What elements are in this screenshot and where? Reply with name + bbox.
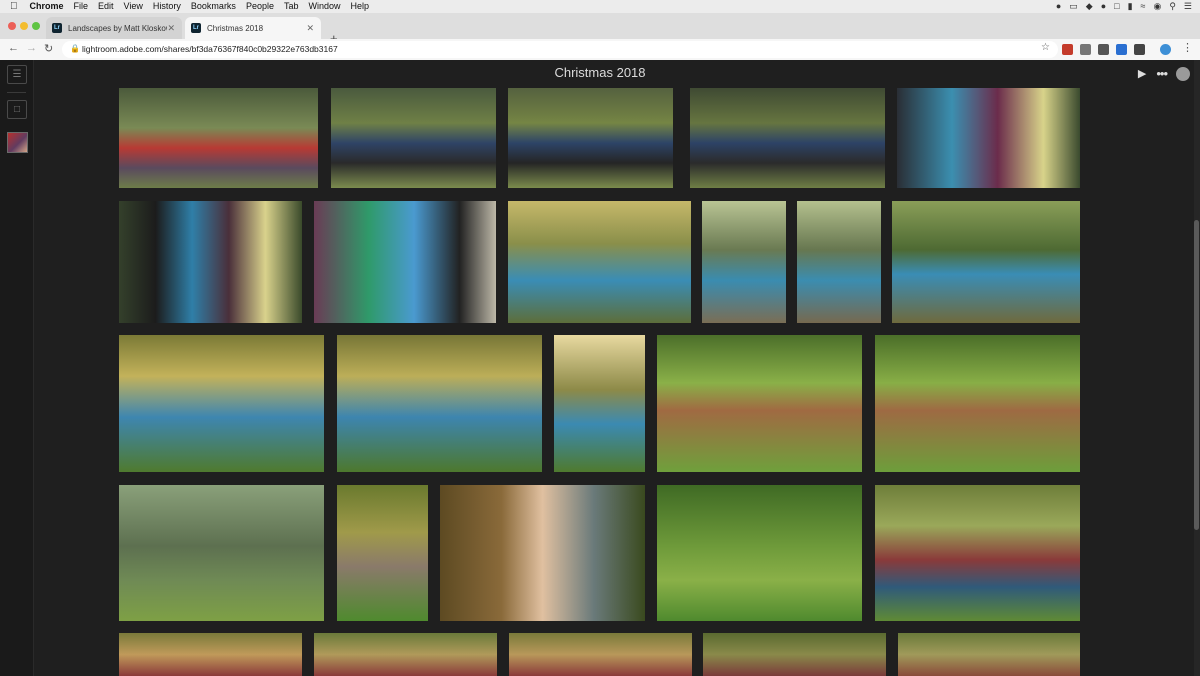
siri-icon[interactable]: ◉ <box>1153 0 1161 13</box>
scrollbar-thumb[interactable] <box>1194 220 1199 530</box>
profile-avatar[interactable] <box>1160 44 1171 55</box>
photo-thumbnail[interactable] <box>331 88 496 188</box>
album-title: Christmas 2018 <box>554 65 646 80</box>
menu-history[interactable]: History <box>153 0 181 13</box>
user-icon[interactable] <box>1176 66 1190 81</box>
lightroom-favicon-icon: Lr <box>52 23 62 33</box>
menu-edit[interactable]: Edit <box>98 0 114 13</box>
more-icon[interactable]: ••• <box>1156 66 1168 81</box>
screen-icon[interactable]: □ <box>1114 0 1119 13</box>
photo-thumbnail[interactable] <box>314 201 496 323</box>
creative-cloud-icon[interactable]: ● <box>1056 0 1061 13</box>
url-field[interactable]: 🔒 lightroom.adobe.com/shares/bf3da76367f… <box>62 41 1058 58</box>
window-zoom-button[interactable] <box>32 22 40 30</box>
tab-label: Landscapes by Matt Kloskowski <box>68 23 167 33</box>
window-minimize-button[interactable] <box>20 22 28 30</box>
close-icon[interactable]: ✕ <box>167 23 175 34</box>
photo-thumbnail[interactable] <box>892 201 1080 323</box>
menu-tab[interactable]: Tab <box>284 0 299 13</box>
left-sidebar: ☰ □ <box>0 60 34 676</box>
photo-thumbnail[interactable] <box>337 335 542 472</box>
browser-tab-strip: Lr Landscapes by Matt Kloskowski ✕ Lr Ch… <box>0 13 1200 46</box>
forward-arrow-icon[interactable]: → <box>26 42 37 54</box>
photo-thumbnail[interactable] <box>440 485 645 621</box>
dropbox-icon[interactable]: ◆ <box>1086 0 1093 13</box>
messages-icon[interactable]: ● <box>1101 0 1106 13</box>
url-text[interactable]: lightroom.adobe.com/shares/bf3da76367f84… <box>82 44 338 54</box>
airplay-icon[interactable]: ▭ <box>1069 0 1078 13</box>
photo-thumbnail[interactable] <box>875 335 1080 472</box>
apple-icon[interactable]:  <box>10 0 18 13</box>
photo-thumbnail[interactable] <box>897 88 1080 188</box>
reload-icon[interactable]: ↻ <box>44 42 53 55</box>
divider <box>7 92 26 93</box>
photo-thumbnail[interactable] <box>337 485 428 621</box>
close-icon[interactable]: ✕ <box>306 23 314 34</box>
photo-thumbnail[interactable] <box>119 633 302 676</box>
tab-label: Christmas 2018 <box>207 23 264 33</box>
photo-thumbnail[interactable] <box>797 201 881 323</box>
play-icon[interactable]: ▶ <box>1138 67 1146 80</box>
window-close-button[interactable] <box>8 22 16 30</box>
tab-landscapes[interactable]: Lr Landscapes by Matt Kloskowski ✕ <box>46 17 182 39</box>
menu-view[interactable]: View <box>124 0 143 13</box>
extension-icon[interactable] <box>1098 44 1109 55</box>
album-cover-thumbnail[interactable] <box>7 132 28 153</box>
battery-icon[interactable]: ▮ <box>1128 0 1133 13</box>
photo-thumbnail[interactable] <box>703 633 886 676</box>
extension-icon[interactable] <box>1062 44 1073 55</box>
back-arrow-icon[interactable]: ← <box>8 42 19 54</box>
photo-thumbnail[interactable] <box>508 201 691 323</box>
notification-center-icon[interactable]: ☰ <box>1184 0 1192 13</box>
photo-thumbnail[interactable] <box>690 88 885 188</box>
address-bar: ← → ↻ 🔒 lightroom.adobe.com/shares/bf3da… <box>0 39 1200 61</box>
photo-thumbnail[interactable] <box>898 633 1080 676</box>
camera-icon[interactable] <box>1080 44 1091 55</box>
menu-help[interactable]: Help <box>351 0 370 13</box>
menu-window[interactable]: Window <box>308 0 340 13</box>
status-icons: ● ▭ ◆ ● □ ▮ ≈ ◉ ⚲ ☰ <box>1048 0 1192 13</box>
photo-thumbnail[interactable] <box>554 335 645 472</box>
photo-thumbnail[interactable] <box>314 633 497 676</box>
menu-file[interactable]: File <box>74 0 89 13</box>
photo-thumbnail[interactable] <box>509 633 692 676</box>
photo-thumbnail[interactable] <box>508 88 673 188</box>
lock-icon[interactable]: 🔒 <box>70 44 80 53</box>
photo-thumbnail[interactable] <box>119 485 324 621</box>
photo-thumbnail[interactable] <box>657 335 862 472</box>
tab-christmas-2018[interactable]: Lr Christmas 2018 ✕ <box>185 17 321 39</box>
lightroom-favicon-icon: Lr <box>191 23 201 33</box>
bookmark-star-icon[interactable]: ☆ <box>1041 42 1050 53</box>
macos-menu-bar:  Chrome File Edit View History Bookmark… <box>0 0 1200 13</box>
chrome-menu-icon[interactable]: ⋮ <box>1182 41 1193 54</box>
photo-thumbnail[interactable] <box>875 485 1080 621</box>
extension-icon[interactable] <box>1116 44 1127 55</box>
photo-thumbnail[interactable] <box>119 335 324 472</box>
album-actions: ▶ ••• <box>1138 66 1190 81</box>
photo-thumbnail[interactable] <box>119 201 302 323</box>
wifi-icon[interactable]: ≈ <box>1141 0 1146 13</box>
extension-icon[interactable] <box>1134 44 1145 55</box>
photo-thumbnail[interactable] <box>702 201 786 323</box>
menu-bookmarks[interactable]: Bookmarks <box>191 0 236 13</box>
photo-thumbnail[interactable] <box>119 88 318 188</box>
photo-thumbnail[interactable] <box>657 485 862 621</box>
spotlight-search-icon[interactable]: ⚲ <box>1169 0 1176 13</box>
menu-app-chrome[interactable]: Chrome <box>30 0 64 13</box>
panel-icon[interactable]: □ <box>7 100 27 119</box>
menu-people[interactable]: People <box>246 0 274 13</box>
lightroom-shared-album: ☰ □ Christmas 2018 ▶ ••• <box>0 60 1200 676</box>
